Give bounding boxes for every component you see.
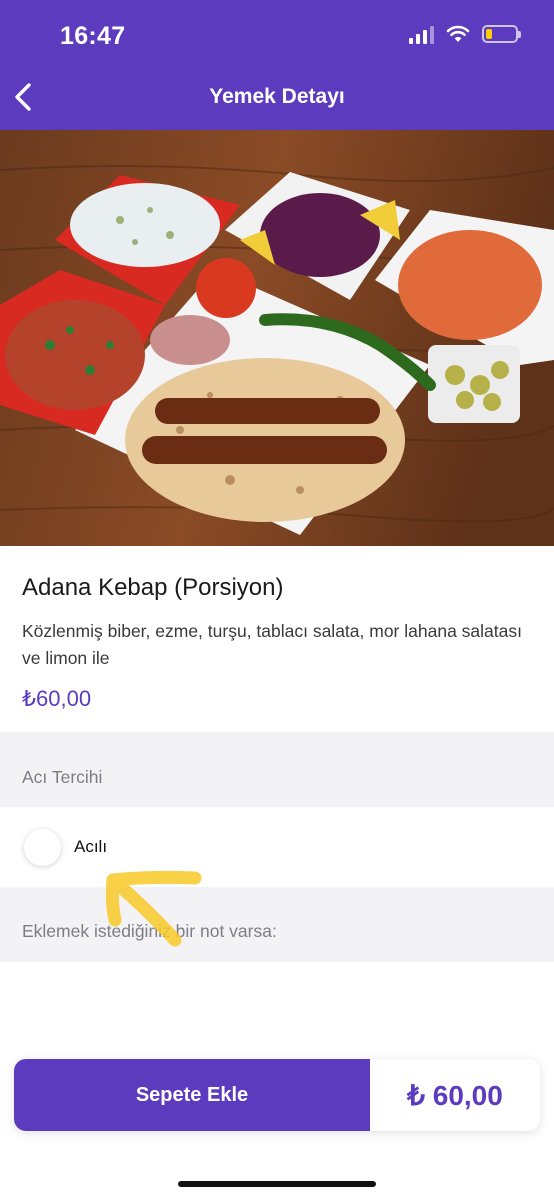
note-section-title: Eklemek istediğiniz bir not varsa: [22, 921, 277, 941]
cart-total: ₺ 60,00 [407, 1079, 503, 1111]
spice-section-title: Acı Tercihi [22, 767, 103, 787]
signal-icon [409, 24, 434, 44]
option-label: Acılı [74, 837, 108, 856]
product-price: ₺60,00 [22, 686, 92, 711]
status-time: 16:47 [60, 22, 126, 50]
product-description: Közlenmiş biber, ezme, turşu, tablacı sa… [22, 621, 522, 668]
cart-bar: Sepete Ekle ₺ 60,00 [14, 1059, 540, 1131]
wifi-icon [446, 25, 470, 42]
app-header: 16:47 Yemek Detayı [0, 0, 554, 130]
add-to-cart-button[interactable]: Sepete Ekle [14, 1059, 370, 1131]
home-indicator [178, 1181, 376, 1187]
product-image [0, 130, 554, 546]
battery-icon [482, 25, 521, 43]
page-title: Yemek Detayı [209, 85, 345, 108]
status-icons [409, 24, 521, 44]
acili-radio[interactable] [24, 829, 61, 866]
product-name: Adana Kebap (Porsiyon) [22, 574, 284, 601]
option-row-acili[interactable]: Acılı [0, 807, 554, 887]
product-info: Adana Kebap (Porsiyon) Közlenmiş biber, … [0, 546, 554, 732]
